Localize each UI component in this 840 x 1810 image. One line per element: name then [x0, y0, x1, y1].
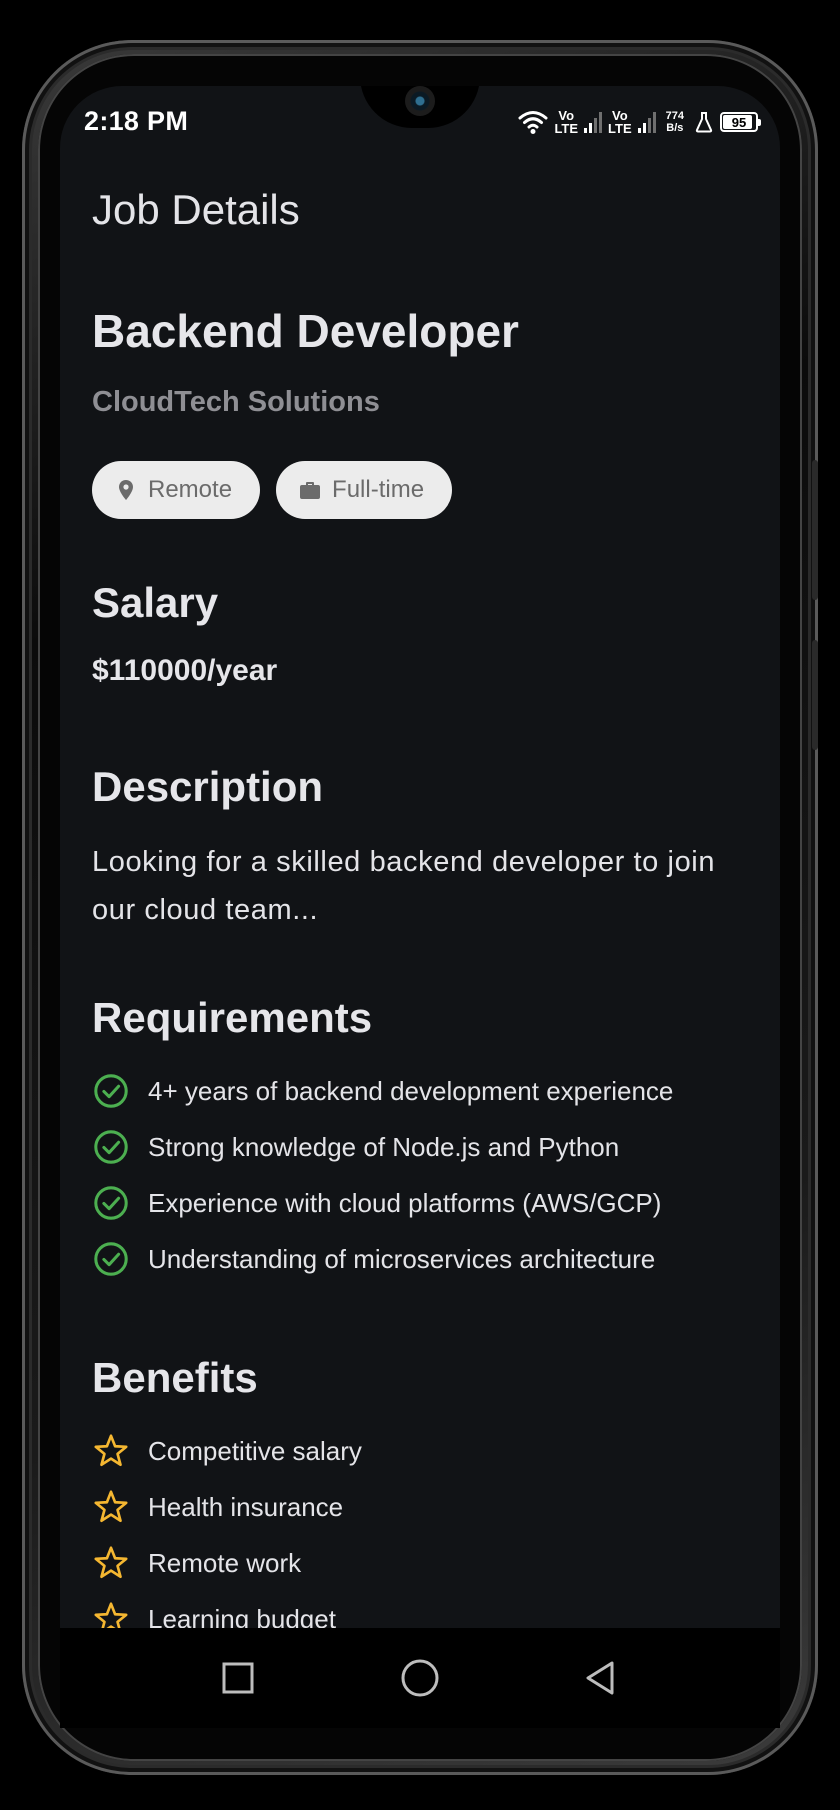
- chip-full-time[interactable]: Full-time: [276, 461, 453, 519]
- requirement-text: Strong knowledge of Node.js and Python: [148, 1131, 620, 1162]
- volte-badge-2: Vo LTE: [608, 109, 632, 135]
- description-heading: Description: [92, 763, 324, 810]
- salary-value: $110000/year: [92, 654, 278, 687]
- recent-apps-button[interactable]: [210, 1650, 266, 1706]
- star-outline-icon: [94, 1546, 128, 1579]
- chip-full-time-label: Full-time: [332, 476, 425, 503]
- benefits-heading: Benefits: [92, 1354, 258, 1401]
- battery-icon: 95: [720, 112, 761, 132]
- list-item: Strong knowledge of Node.js and Python: [92, 1119, 752, 1175]
- home-icon: [401, 1659, 439, 1697]
- check-circle-icon: [94, 1130, 128, 1164]
- volte-1-bottom: LTE: [554, 121, 579, 136]
- requirements-heading: Requirements: [92, 994, 373, 1041]
- company-name: CloudTech Solutions: [92, 386, 380, 418]
- back-button[interactable]: [572, 1650, 628, 1706]
- chip-remote[interactable]: Remote: [92, 461, 261, 519]
- job-title: Backend Developer: [92, 305, 519, 357]
- star-outline-icon: [94, 1434, 128, 1467]
- list-item: Experience with cloud platforms (AWS/GCP…: [92, 1175, 752, 1231]
- screen: 2:18 PM Vo LTE Vo LTE 774 B/s 95 Job Det…: [60, 86, 780, 1628]
- home-button[interactable]: [392, 1650, 448, 1706]
- star-outline-icon: [94, 1490, 128, 1523]
- status-icons: Vo LTE Vo LTE 774 B/s 95: [518, 104, 761, 140]
- network-speed-value: 774: [665, 110, 684, 122]
- volte-2-bottom: LTE: [608, 121, 632, 136]
- list-item: Health insurance: [92, 1479, 752, 1535]
- benefit-text: Health insurance: [148, 1491, 344, 1522]
- list-item: Understanding of microservices architect…: [92, 1231, 752, 1287]
- requirement-text: Experience with cloud platforms (AWS/GCP…: [148, 1187, 662, 1218]
- requirement-text: Understanding of microservices architect…: [148, 1243, 656, 1274]
- list-item: 4+ years of backend development experien…: [92, 1063, 752, 1119]
- benefit-text: Remote work: [148, 1547, 302, 1578]
- job-tags: Remote Full-time: [92, 461, 453, 519]
- benefits-list: Competitive salary Health insurance Remo…: [92, 1423, 752, 1628]
- star-outline-icon: [94, 1602, 128, 1628]
- benefit-text: Learning budget: [148, 1603, 336, 1629]
- battery-level: 95: [731, 114, 747, 130]
- list-item: Remote work: [92, 1535, 752, 1591]
- flask-icon: [695, 112, 713, 133]
- volte-badge-1: Vo LTE: [554, 109, 578, 135]
- volume-button: [812, 460, 818, 600]
- check-circle-icon: [94, 1242, 128, 1276]
- check-circle-icon: [94, 1074, 128, 1108]
- list-item: Competitive salary: [92, 1423, 752, 1479]
- benefit-text: Competitive salary: [148, 1435, 362, 1466]
- network-speed-unit: B/s: [666, 122, 684, 134]
- location-pin-icon: [119, 480, 133, 500]
- power-button: [812, 640, 818, 750]
- salary-heading: Salary: [92, 579, 219, 626]
- signal-strength-icon-2: [637, 111, 656, 133]
- status-bar: 2:18 PM Vo LTE Vo LTE 774 B/s 95: [60, 86, 780, 156]
- status-time: 2:18 PM: [84, 106, 189, 136]
- wifi-icon: [518, 111, 548, 134]
- system-navigation-bar: [60, 1628, 780, 1728]
- requirements-list: 4+ years of backend development experien…: [92, 1063, 752, 1287]
- signal-strength-icon-1: [584, 111, 603, 133]
- network-speed: 774 B/s: [666, 110, 684, 134]
- check-circle-icon: [94, 1186, 128, 1220]
- back-icon: [586, 1661, 614, 1695]
- recent-apps-icon: [222, 1662, 254, 1694]
- requirement-text: 4+ years of backend development experien…: [148, 1075, 674, 1106]
- chip-remote-label: Remote: [148, 476, 233, 503]
- description-text: Looking for a skilled backend developer …: [92, 846, 716, 926]
- briefcase-icon: [300, 482, 321, 499]
- page-title: Job Details: [92, 186, 300, 233]
- list-item: Learning budget: [92, 1591, 752, 1628]
